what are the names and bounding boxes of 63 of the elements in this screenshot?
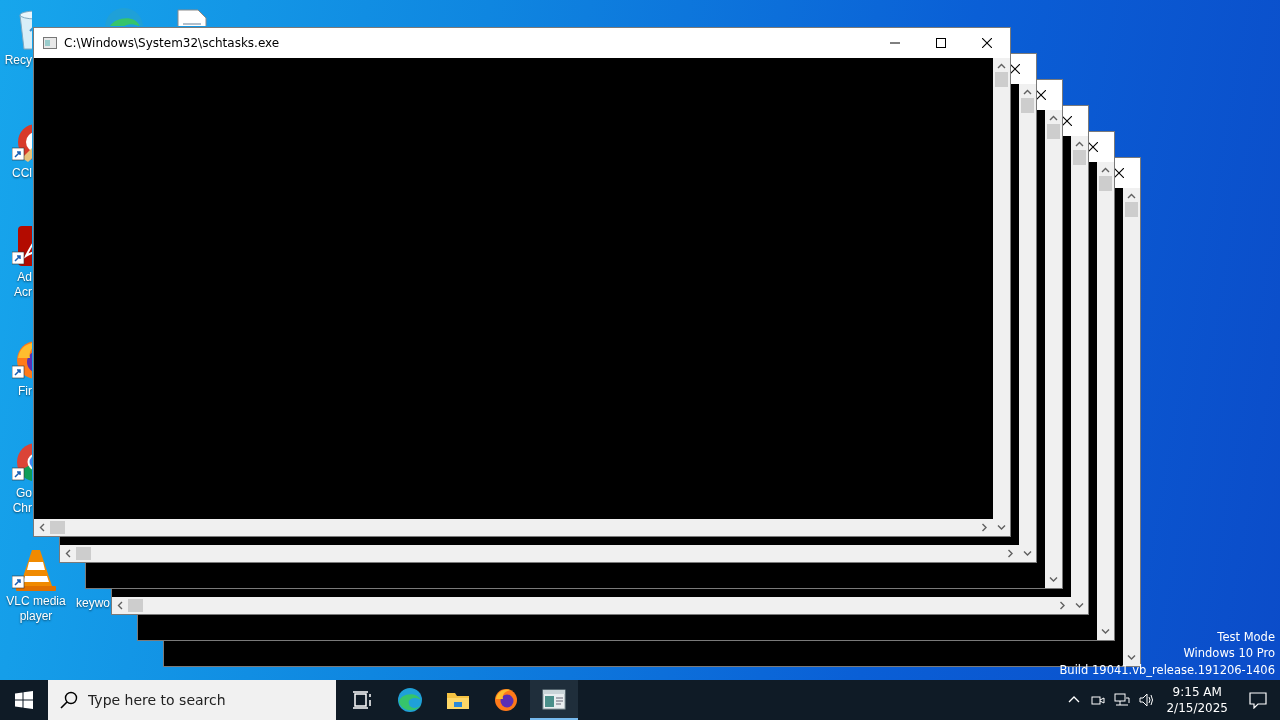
task-view-icon bbox=[352, 690, 372, 710]
window-title: C:\Windows\System32\schtasks.exe bbox=[64, 35, 280, 52]
scroll-down-icon[interactable] bbox=[1101, 628, 1110, 635]
notifications-icon[interactable] bbox=[1249, 691, 1267, 709]
icon-label: Acr bbox=[13, 285, 32, 300]
scroll-up-icon[interactable] bbox=[1075, 141, 1084, 148]
console-icon bbox=[42, 35, 58, 51]
scroll-up-icon[interactable] bbox=[1127, 193, 1136, 200]
icon-label: CCl bbox=[11, 166, 32, 181]
network-icon[interactable] bbox=[1114, 692, 1131, 708]
scroll-left-icon[interactable] bbox=[117, 601, 124, 610]
scroll-down-icon[interactable] bbox=[1049, 576, 1058, 583]
windows-logo-icon bbox=[15, 691, 33, 709]
scrollbar-thumb[interactable] bbox=[128, 599, 143, 612]
scroll-down-icon[interactable] bbox=[1023, 550, 1032, 557]
watermark-text: Build 19041.vb_release.191206-1406 bbox=[1059, 661, 1275, 678]
clock-time: 9:15 AM bbox=[1171, 684, 1223, 700]
search-icon bbox=[60, 691, 78, 709]
icon-label: keywo bbox=[76, 596, 108, 611]
icon-label: Go bbox=[15, 486, 32, 501]
close-icon[interactable] bbox=[1010, 64, 1020, 74]
firefox-icon bbox=[493, 687, 519, 713]
scroll-right-icon[interactable] bbox=[981, 523, 988, 532]
search-box[interactable]: Type here to search bbox=[48, 680, 336, 720]
icon-label: VLC media bbox=[6, 594, 66, 609]
scroll-down-icon[interactable] bbox=[997, 524, 1006, 531]
volume-icon[interactable] bbox=[1138, 692, 1155, 708]
scroll-right-icon[interactable] bbox=[1007, 549, 1014, 558]
close-icon bbox=[982, 38, 992, 48]
scroll-down-icon[interactable] bbox=[1127, 654, 1136, 661]
icon-label: Ad bbox=[16, 270, 32, 285]
close-icon[interactable] bbox=[1114, 168, 1124, 178]
scrollbar-thumb[interactable] bbox=[1099, 176, 1112, 191]
scrollbar-thumb[interactable] bbox=[995, 72, 1008, 87]
scroll-up-icon[interactable] bbox=[997, 63, 1006, 70]
icon-label: Recy bbox=[3, 53, 32, 68]
icon-label: Chr bbox=[11, 501, 32, 516]
scroll-up-icon[interactable] bbox=[1049, 115, 1058, 122]
scroll-right-icon[interactable] bbox=[1059, 601, 1066, 610]
scrollbar-thumb[interactable] bbox=[1047, 124, 1060, 139]
watermark-text: Test Mode bbox=[1217, 628, 1275, 645]
scroll-up-icon[interactable] bbox=[1101, 167, 1110, 174]
close-icon[interactable] bbox=[1036, 90, 1046, 100]
taskbar-app[interactable] bbox=[530, 680, 578, 720]
scroll-up-icon[interactable] bbox=[1023, 89, 1032, 96]
icon-label: player bbox=[19, 609, 53, 624]
clock-date: 2/15/2025 bbox=[1166, 700, 1228, 716]
search-input[interactable]: Type here to search bbox=[88, 689, 318, 711]
close-icon[interactable] bbox=[1088, 142, 1098, 152]
watermark-text: Windows 10 Pro bbox=[1183, 645, 1275, 662]
close-icon[interactable] bbox=[1062, 116, 1072, 126]
scrollbar-thumb[interactable] bbox=[1125, 202, 1138, 217]
scroll-down-icon[interactable] bbox=[1075, 602, 1084, 609]
scrollbar-thumb[interactable] bbox=[1021, 98, 1034, 113]
icon-label: Fir bbox=[17, 384, 32, 399]
edge-icon bbox=[397, 687, 423, 713]
console-window-icon bbox=[542, 688, 566, 712]
scroll-left-icon[interactable] bbox=[65, 549, 72, 558]
scrollbar-thumb[interactable] bbox=[76, 547, 91, 560]
scrollbar-thumb[interactable] bbox=[50, 521, 65, 534]
maximize-icon bbox=[936, 38, 946, 48]
scroll-left-icon[interactable] bbox=[39, 523, 46, 532]
scrollbar-thumb[interactable] bbox=[1073, 150, 1086, 165]
